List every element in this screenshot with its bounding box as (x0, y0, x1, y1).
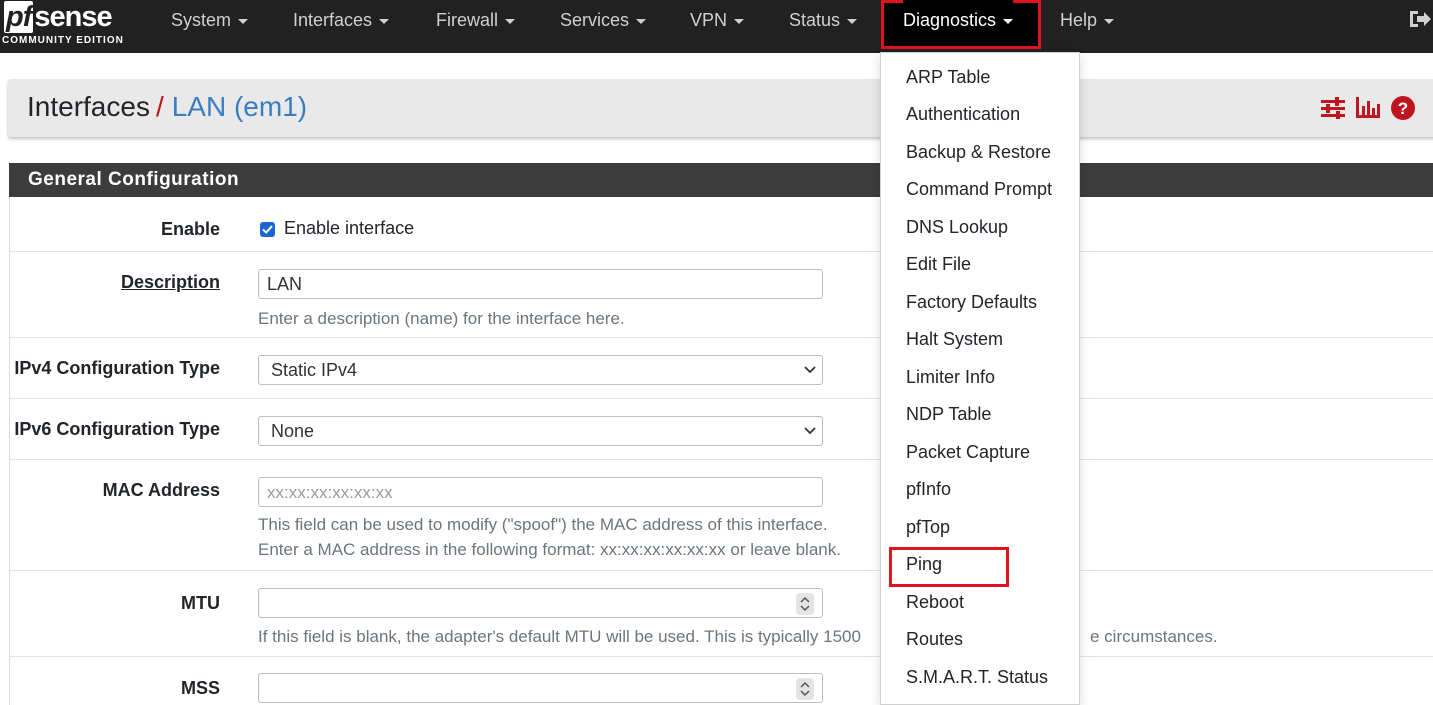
menu-item-command-prompt[interactable]: Command Prompt (906, 179, 1052, 200)
ipv6-type-label: IPv6 Configuration Type (14, 419, 220, 439)
ipv4-type-select[interactable]: Static IPv4 (258, 355, 823, 385)
panel-heading: General Configuration (9, 163, 1433, 197)
mac-address-input[interactable]: xx:xx:xx:xx:xx:xx (258, 477, 823, 507)
chevron-down-icon (804, 427, 816, 435)
nav-diagnostics[interactable]: Diagnostics (903, 0, 1014, 40)
mtu-help: If this field is blank, the adapter's de… (258, 627, 861, 646)
chevron-down-icon (804, 366, 816, 374)
mac-address-help-2: Enter a MAC address in the following for… (258, 540, 841, 559)
menu-item-limiter-info[interactable]: Limiter Info (906, 367, 995, 388)
menu-item-routes[interactable]: Routes (906, 629, 963, 650)
sign-out-icon[interactable] (1408, 8, 1432, 30)
check-icon (262, 225, 273, 234)
mtu-help-continued: e circumstances. (1090, 627, 1218, 646)
nav-system[interactable]: System (171, 0, 249, 40)
ping-highlight-box (889, 547, 1009, 587)
mac-address-label: MAC Address (102, 480, 220, 500)
svg-text:?: ? (1398, 99, 1408, 118)
menu-item-edit-file[interactable]: Edit File (906, 254, 971, 275)
menu-item-arp-table[interactable]: ARP Table (906, 67, 990, 88)
sliders-icon[interactable] (1321, 97, 1345, 119)
nav-help[interactable]: Help (1060, 0, 1115, 40)
ipv4-type-label: IPv4 Configuration Type (14, 358, 220, 378)
caret-down-icon (238, 18, 249, 24)
description-input[interactable]: LAN (258, 269, 823, 299)
question-circle-icon[interactable]: ? (1391, 96, 1415, 120)
enable-checkbox-label[interactable]: Enable interface (284, 218, 414, 239)
caret-down-icon (1104, 18, 1115, 24)
mss-input[interactable] (258, 673, 823, 703)
spinner-arrows-icon[interactable] (796, 678, 814, 700)
menu-item-backup-restore[interactable]: Backup & Restore (906, 142, 1051, 163)
menu-item-pfinfo[interactable]: pfInfo (906, 479, 951, 500)
caret-down-icon (379, 18, 390, 24)
mtu-label: MTU (181, 593, 220, 613)
mtu-row: MTU If this field is blank, the adapter'… (10, 571, 1433, 657)
breadcrumb-parent[interactable]: Interfaces (27, 91, 150, 122)
ipv4-type-row: IPv4 Configuration Type Static IPv4 (10, 338, 1433, 399)
menu-item-smart-status[interactable]: S.M.A.R.T. Status (906, 667, 1048, 688)
caret-down-icon (1003, 18, 1014, 24)
caret-down-icon (847, 18, 858, 24)
diagnostics-dropdown-menu: ARP Table Authentication Backup & Restor… (880, 52, 1080, 705)
breadcrumb-current[interactable]: LAN (em1) (172, 91, 307, 122)
spinner-arrows-icon[interactable] (796, 593, 814, 615)
menu-item-factory-defaults[interactable]: Factory Defaults (906, 292, 1037, 313)
enable-row: Enable Enable interface (10, 197, 1433, 252)
menu-item-reboot[interactable]: Reboot (906, 592, 964, 613)
menu-item-dns-lookup[interactable]: DNS Lookup (906, 217, 1008, 238)
bar-chart-icon[interactable] (1356, 97, 1380, 119)
menu-item-ndp-table[interactable]: NDP Table (906, 404, 991, 425)
nav-status[interactable]: Status (789, 0, 858, 40)
mac-address-help-1: This field can be used to modify ("spoof… (258, 515, 828, 534)
nav-interfaces[interactable]: Interfaces (293, 0, 390, 40)
menu-item-packet-capture[interactable]: Packet Capture (906, 442, 1030, 463)
menu-item-authentication[interactable]: Authentication (906, 104, 1020, 125)
ipv6-type-select[interactable]: None (258, 416, 823, 446)
mss-label: MSS (180, 678, 220, 698)
mtu-input[interactable] (258, 588, 823, 618)
mac-address-row: MAC Address xx:xx:xx:xx:xx:xx This field… (10, 460, 1433, 571)
description-row: Description LAN Enter a description (nam… (10, 252, 1433, 338)
logo-wordmark: pf sense (4, 1, 113, 33)
breadcrumb-bar: Interfaces / LAN (em1) (8, 79, 1433, 137)
ipv6-type-row: IPv6 Configuration Type None (10, 399, 1433, 460)
top-navbar: pf sense COMMUNITY EDITION System Interfa… (0, 0, 1433, 53)
nav-vpn[interactable]: VPN (690, 0, 745, 40)
menu-item-halt-system[interactable]: Halt System (906, 329, 1003, 350)
description-help: Enter a description (name) for the inter… (258, 309, 625, 328)
edition-label: COMMUNITY EDITION (2, 35, 124, 46)
pfsense-logo[interactable]: pf sense COMMUNITY EDITION (0, 0, 140, 53)
nav-services[interactable]: Services (560, 0, 647, 40)
caret-down-icon (505, 18, 516, 24)
nav-firewall[interactable]: Firewall (436, 0, 516, 40)
general-configuration-panel: Enable Enable interface Description LAN … (9, 197, 1433, 705)
caret-down-icon (734, 18, 745, 24)
mss-row: MSS (10, 657, 1433, 705)
menu-item-pftop[interactable]: pfTop (906, 517, 950, 538)
enable-label: Enable (160, 219, 220, 239)
description-label[interactable]: Description (121, 272, 220, 293)
breadcrumb-separator: / (155, 91, 164, 122)
breadcrumb: Interfaces / LAN (em1) (27, 91, 307, 123)
caret-down-icon (636, 18, 647, 24)
enable-checkbox[interactable] (260, 222, 275, 237)
